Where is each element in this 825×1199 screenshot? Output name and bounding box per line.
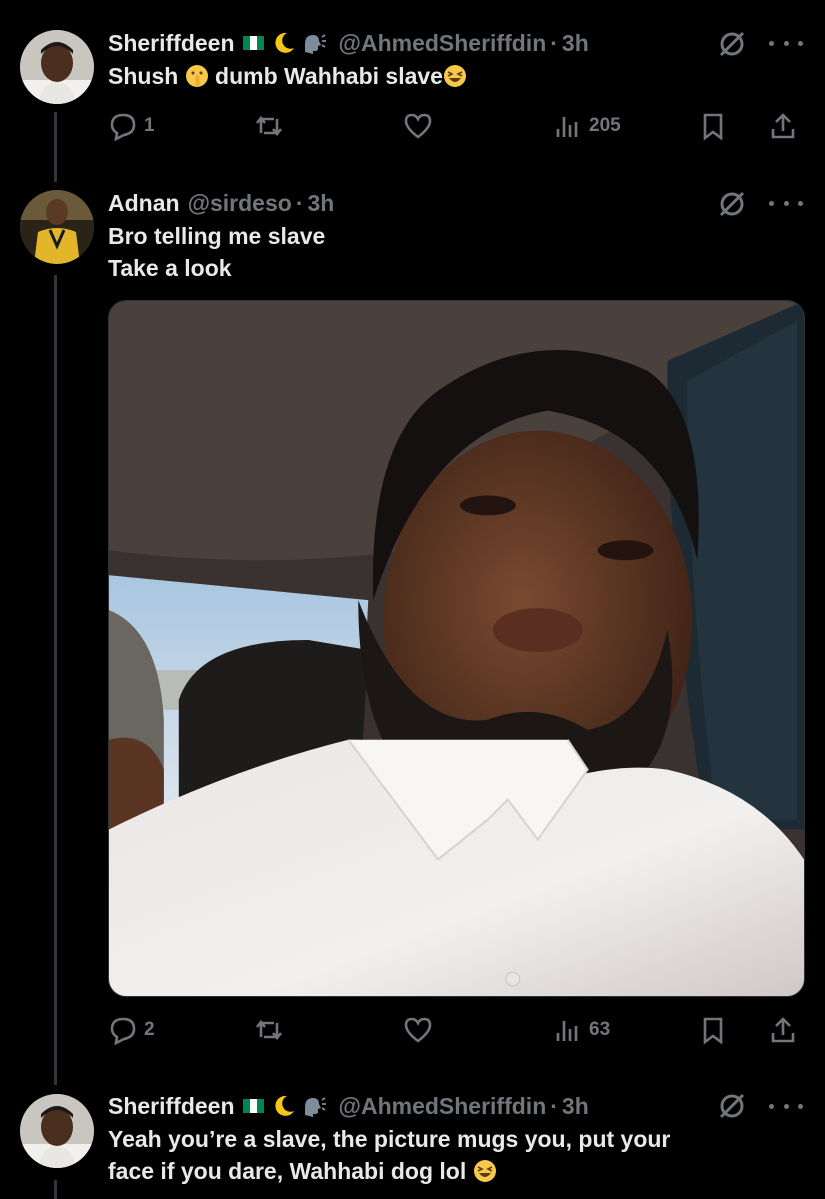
display-name[interactable]: Sheriffdeen — [108, 1093, 235, 1120]
share-icon — [771, 113, 795, 139]
like-button[interactable] — [403, 1012, 433, 1048]
bookmark-button[interactable] — [698, 1012, 728, 1048]
bookmark-button[interactable] — [698, 108, 728, 144]
heart-icon — [404, 1017, 432, 1043]
timestamp[interactable]: 3h — [562, 1093, 589, 1120]
reply-icon — [110, 1017, 136, 1045]
separator-dot: · — [295, 189, 304, 216]
tweet-text-part: face if you dare, Wahhabi dog lol — [108, 1158, 473, 1184]
views-icon — [556, 1021, 578, 1041]
like-button[interactable] — [403, 108, 433, 144]
more-options-icon[interactable] — [769, 198, 803, 208]
laughing-face-emoji-icon — [473, 1160, 496, 1182]
reply-count: 2 — [144, 1019, 155, 1040]
user-handle[interactable]: @AhmedSheriffdin — [339, 1093, 547, 1120]
avatar[interactable] — [20, 1094, 94, 1168]
tweet-text-line: Bro telling me slave — [108, 223, 326, 249]
crescent-moon-icon — [274, 1095, 294, 1116]
tweet-actions: 1 205 — [108, 108, 808, 144]
nigeria-flag-icon — [242, 1099, 265, 1113]
avatar[interactable] — [20, 190, 94, 264]
shushing-face-emoji-icon — [185, 65, 208, 87]
retweet-icon — [255, 1019, 283, 1041]
tweet-header: Adnan @sirdeso · 3h — [108, 188, 334, 218]
separator-dot: · — [550, 29, 558, 56]
tweet-text-line: Yeah you’re a slave, the picture mugs yo… — [108, 1126, 671, 1152]
tweet-text-line: face if you dare, Wahhabi dog lol — [108, 1155, 670, 1187]
retweet-button[interactable] — [254, 108, 284, 144]
speaking-head-icon — [304, 34, 326, 54]
tweet[interactable]: Sheriffdeen @AhmedSheriffdin · 3h Yeah y… — [0, 1075, 825, 1199]
share-icon — [771, 1017, 795, 1043]
tweet[interactable]: Sheriffdeen @AhmedSheriffdin · 3h Shush … — [0, 0, 825, 170]
views-icon — [556, 117, 578, 137]
views-button[interactable]: 205 — [553, 108, 621, 144]
share-button[interactable] — [768, 1012, 798, 1048]
tweet-text-line: Take a look — [108, 255, 232, 281]
heart-icon — [404, 113, 432, 139]
share-button[interactable] — [768, 108, 798, 144]
reply-button[interactable]: 1 — [108, 108, 155, 144]
separator-dot: · — [550, 1092, 558, 1119]
tweet-actions: 2 63 — [108, 1012, 808, 1048]
retweet-icon — [255, 115, 283, 137]
tweet-text: Yeah you’re a slave, the picture mugs yo… — [108, 1123, 670, 1187]
laughing-face-emoji-icon — [443, 65, 466, 87]
timestamp[interactable]: 3h — [307, 190, 334, 217]
grok-icon[interactable] — [717, 189, 747, 219]
display-name[interactable]: Adnan — [108, 190, 180, 217]
tweet-header: Sheriffdeen @AhmedSheriffdin · 3h — [108, 28, 589, 58]
reply-count: 1 — [144, 115, 155, 136]
tweet-text: Shush dumb Wahhabi slave — [108, 60, 467, 92]
tweet-header: Sheriffdeen @AhmedSheriffdin · 3h — [108, 1091, 589, 1121]
views-count: 63 — [589, 1019, 611, 1040]
tweet-photo[interactable] — [108, 300, 805, 997]
grok-icon[interactable] — [717, 29, 747, 59]
timestamp[interactable]: 3h — [562, 30, 589, 57]
tweet-text: Bro telling me slave Take a look — [108, 220, 325, 284]
display-name[interactable]: Sheriffdeen — [108, 30, 235, 57]
grok-icon[interactable] — [717, 1091, 747, 1121]
tweet[interactable]: Adnan @sirdeso · 3h Bro telling me slave… — [0, 180, 825, 1070]
avatar[interactable] — [20, 30, 94, 104]
bookmark-icon — [703, 113, 723, 141]
views-count: 205 — [589, 115, 621, 136]
reply-button[interactable]: 2 — [108, 1012, 155, 1048]
bookmark-icon — [703, 1017, 723, 1045]
speaking-head-icon — [304, 1097, 326, 1117]
tweet-text-part: Shush — [108, 63, 185, 89]
tweet-text-part: dumb Wahhabi slave — [208, 63, 443, 89]
more-options-icon[interactable] — [769, 38, 803, 48]
user-handle[interactable]: @AhmedSheriffdin — [339, 30, 547, 57]
retweet-button[interactable] — [254, 1012, 284, 1048]
reply-icon — [110, 113, 136, 141]
nigeria-flag-icon — [242, 36, 265, 50]
user-handle[interactable]: @sirdeso — [188, 190, 292, 217]
crescent-moon-icon — [274, 32, 294, 53]
more-options-icon[interactable] — [769, 1101, 803, 1111]
views-button[interactable]: 63 — [553, 1012, 610, 1048]
